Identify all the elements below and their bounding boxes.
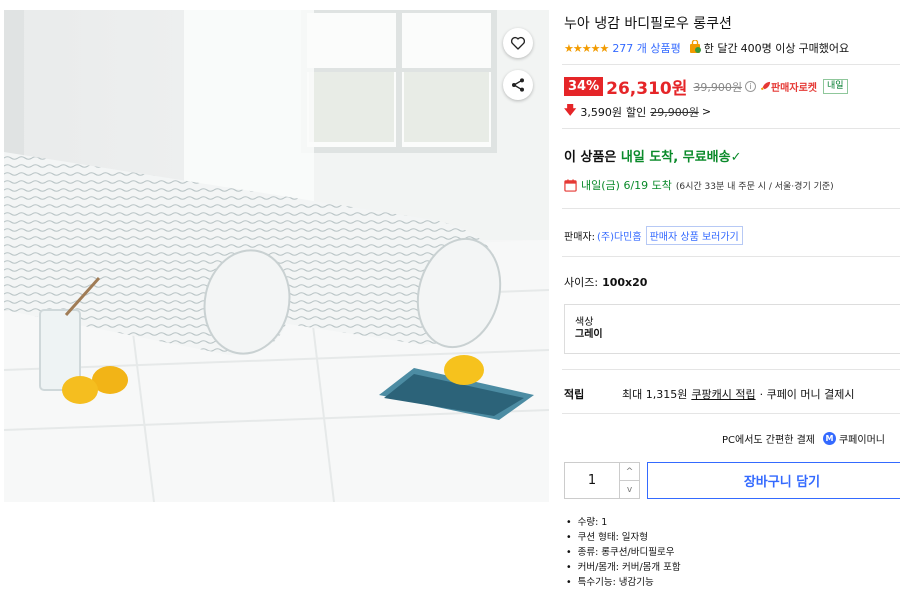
arrival-detail: (6시간 33분 내 주문 시 / 서울·경기 기준) (675, 181, 834, 192)
star-rating: ★★★★★ (564, 41, 609, 55)
share-icon (512, 78, 524, 92)
down-arrow-icon: 🡇 (564, 103, 577, 117)
spec-item: 커버/몸개: 커버/몸개 포함 (564, 560, 681, 575)
divider (562, 128, 900, 129)
calendar-icon (564, 178, 577, 192)
coupang-cash-link[interactable]: 쿠팡캐시 적립 (691, 386, 755, 402)
coupay-m-icon: M (822, 432, 836, 445)
coupay-label: 쿠페이머니 (838, 435, 885, 446)
reward-row: 적립 최대 1,315원 쿠팡캐시 적립 · 쿠페이 머니 결제시 (564, 386, 855, 402)
wishlist-button[interactable] (503, 28, 533, 58)
spec-item: 쿠션 형태: 일자형 (564, 530, 681, 545)
spec-list: 수량: 1 쿠션 형태: 일자형 종류: 롱쿠션/바디필로우 커버/몸개: 커버… (564, 515, 681, 589)
quantity-input[interactable]: 1 (565, 463, 619, 498)
month-purchase-count: 400명 이상 (740, 42, 796, 55)
coupon-base-price: 29,900원 (650, 105, 699, 119)
pc-payment-row: PC에서도 간편한 결제 M 쿠페이머니 (722, 431, 885, 446)
divider (562, 413, 900, 414)
reward-amount: 최대 1,315원 (622, 388, 688, 401)
seller-name-link[interactable]: (주)다민홈 (597, 228, 642, 243)
discount-badge: 34% (564, 77, 604, 96)
quantity-increase-button[interactable]: ^ (620, 463, 639, 480)
review-count-link[interactable]: 277 개 상품평 (612, 40, 680, 56)
add-to-cart-button[interactable]: 장바구니 담기 (647, 462, 900, 499)
spec-item: 수량: 1 (564, 515, 681, 530)
share-button[interactable] (503, 70, 533, 100)
chevron-right-icon: > (701, 105, 712, 118)
reward-label: 적립 (564, 388, 585, 401)
price-info-icon[interactable]: i (744, 81, 756, 92)
reward-condition: · 쿠페이 머니 결제시 (759, 388, 855, 401)
color-label: 색상 (575, 317, 594, 328)
color-value: 그레이 (575, 329, 603, 340)
divider (562, 256, 900, 257)
seller-rocket-badge: 판매자로켓 (760, 79, 817, 94)
rocket-label: 판매자로켓 (770, 83, 817, 94)
check-icon: ✓ (730, 150, 742, 165)
color-option-select[interactable]: 색상 그레이 (564, 304, 900, 354)
divider (562, 208, 900, 209)
shipping-headline-prefix: 이 상품은 (564, 150, 617, 165)
pc-payment-text: PC에서도 간편한 결제 (722, 435, 815, 446)
sale-price: 26,310원 (606, 79, 688, 99)
product-image[interactable] (4, 10, 549, 502)
month-purchase-prefix: 한 달간 (703, 42, 738, 55)
quantity-stepper: 1 ^ v (564, 462, 640, 499)
seller-products-link[interactable]: 판매자 상품 보러가기 (645, 226, 743, 245)
coupon-discount-row[interactable]: 🡇 3,590원 할인 29,900원 > (564, 101, 711, 122)
coupon-amount: 3,590원 (580, 105, 622, 119)
seller-row: 판매자: (주)다민홈 판매자 상품 보러가기 (564, 226, 743, 245)
product-page: 누아 냉감 바디필로우 롱쿠션 ★★★★★ 277 개 상품평 한 달간 400… (0, 0, 900, 589)
spec-item: 특수기능: 냉감기능 (564, 575, 681, 589)
seller-label: 판매자: (564, 232, 595, 243)
arrival-date: 내일(금) 6/19 도착 (581, 179, 672, 192)
heart-icon (510, 36, 526, 50)
arrival-estimate: 내일(금) 6/19 도착 (6시간 33분 내 주문 시 / 서울·경기 기준… (564, 177, 834, 193)
original-price: 39,900원 (693, 80, 742, 94)
month-purchase-suffix: 구매했어요 (798, 42, 850, 55)
rating-row: ★★★★★ 277 개 상품평 한 달간 400명 이상 구매했어요 (564, 39, 850, 56)
shipping-headline: 이 상품은 내일 도착, 무료배송✓ (564, 146, 741, 165)
shipping-headline-green: 내일 도착, 무료배송 (620, 150, 731, 165)
size-row: 사이즈: 100x20 (564, 274, 647, 290)
size-label: 사이즈: (564, 276, 599, 289)
spec-item: 종류: 롱쿠션/바디필로우 (564, 545, 681, 560)
coupon-label: 할인 (625, 105, 647, 119)
divider (562, 64, 900, 65)
shopping-bag-icon (689, 39, 701, 56)
rocket-icon (760, 81, 771, 91)
product-title: 누아 냉감 바디필로우 롱쿠션 (564, 16, 732, 32)
quantity-decrease-button[interactable]: v (620, 480, 639, 498)
size-value: 100x20 (602, 276, 648, 289)
price-row: 34% 26,310원 39,900원 i 판매자로켓 내일 (564, 74, 848, 99)
product-info-panel: 누아 냉감 바디필로우 롱쿠션 ★★★★★ 277 개 상품평 한 달간 400… (562, 0, 900, 589)
tomorrow-delivery-tag: 내일 (822, 79, 848, 94)
divider (562, 369, 900, 370)
